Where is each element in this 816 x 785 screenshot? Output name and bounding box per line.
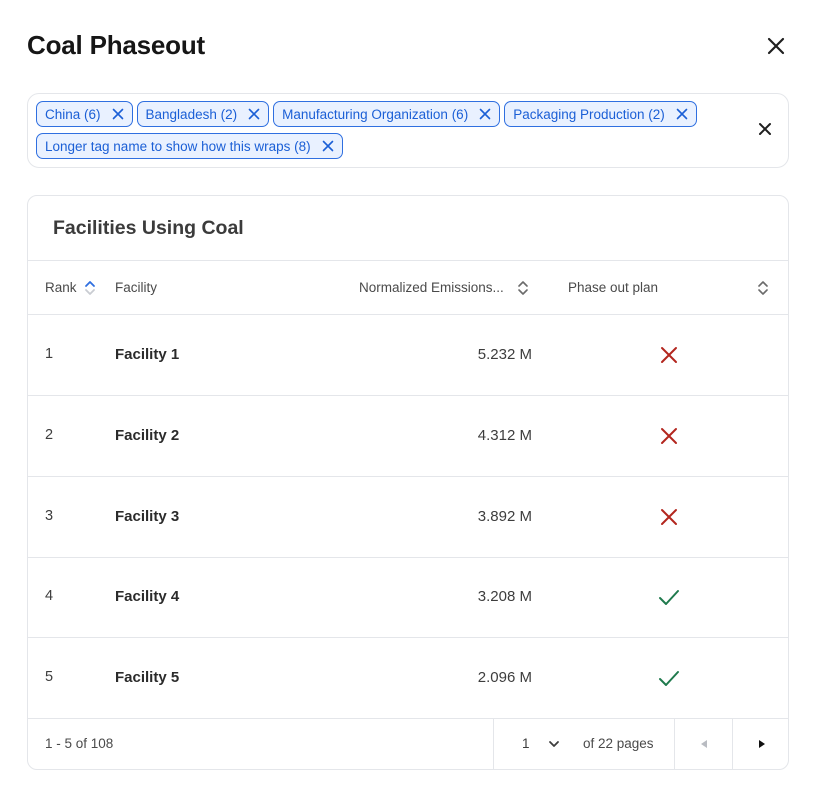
filter-tag: Packaging Production (2) [504, 101, 697, 127]
facilities-card: Facilities Using Coal Rank Facility Norm… [27, 195, 789, 770]
filter-tag-label: China (6) [45, 106, 101, 122]
caret-left-icon [701, 740, 707, 748]
rank-cell: 2 [45, 427, 54, 443]
checkmark-icon [659, 671, 679, 686]
previous-page-button[interactable] [675, 718, 732, 769]
filter-tag-label: Bangladesh (2) [145, 106, 238, 122]
table-row: 3 Facility 3 3.892 M [28, 477, 788, 558]
sort-icon[interactable] [516, 278, 530, 298]
x-mark-icon [661, 347, 677, 363]
facility-name-cell: Facility 5 [115, 669, 180, 686]
rank-cell: 4 [45, 588, 54, 604]
filter-tag: Manufacturing Organization (6) [273, 101, 501, 127]
column-header-plan[interactable]: Phase out plan [568, 280, 658, 295]
emissions-cell: 4.312 M [477, 427, 532, 444]
total-pages: of 22 pages [583, 736, 654, 751]
table-row: 5 Facility 5 2.096 M [28, 638, 788, 719]
emissions-cell: 2.096 M [477, 669, 532, 686]
column-header-facility: Facility [115, 280, 158, 295]
table-header: Rank Facility Normalized Emissions... Ph… [28, 260, 788, 315]
table-row: 2 Facility 2 4.312 M [28, 396, 788, 477]
close-icon [767, 37, 785, 55]
current-page: 1 [522, 736, 530, 751]
rank-cell: 3 [45, 508, 54, 524]
pagination-footer: 1 - 5 of 108 1 of 22 pages [28, 718, 788, 769]
x-mark-icon [661, 428, 677, 444]
close-modal-button[interactable] [763, 33, 789, 59]
x-mark-icon [661, 509, 677, 525]
table-row: 4 Facility 4 3.208 M [28, 557, 788, 638]
rank-cell: 1 [45, 346, 54, 362]
page-select[interactable]: 1 [494, 718, 574, 769]
column-header-rank[interactable]: Rank [45, 280, 77, 295]
filter-tags: China (6) Bangladesh (2) Manufacturing O… [36, 101, 746, 159]
caret-right-icon [759, 740, 765, 748]
checkmark-icon [659, 590, 679, 605]
emissions-cell: 5.232 M [477, 346, 532, 363]
remove-tag-icon[interactable] [675, 107, 689, 121]
facility-name-cell: Facility 1 [115, 346, 180, 363]
sort-icon[interactable] [756, 278, 770, 298]
remove-tag-icon[interactable] [111, 107, 125, 121]
filter-tag: Longer tag name to show how this wraps (… [36, 133, 343, 159]
emissions-cell: 3.208 M [477, 588, 532, 605]
remove-tag-icon[interactable] [478, 107, 492, 121]
filter-tag: China (6) [36, 101, 133, 127]
facility-name-cell: Facility 2 [115, 427, 180, 444]
next-page-button[interactable] [733, 718, 788, 769]
remove-tag-icon[interactable] [247, 107, 261, 121]
clear-all-tags-icon[interactable] [757, 121, 773, 137]
pagination-range: 1 - 5 of 108 [45, 736, 114, 751]
sort-ascending-icon[interactable] [83, 278, 97, 298]
emissions-cell: 3.892 M [477, 508, 532, 525]
column-header-emissions[interactable]: Normalized Emissions... [359, 280, 504, 295]
filter-tag-label: Longer tag name to show how this wraps (… [45, 138, 311, 154]
facility-name-cell: Facility 3 [115, 508, 180, 525]
table-row: 1 Facility 1 5.232 M [28, 315, 788, 396]
facility-name-cell: Facility 4 [115, 588, 180, 605]
filter-tag-label: Packaging Production (2) [513, 106, 665, 122]
remove-tag-icon[interactable] [321, 139, 335, 153]
chevron-down-icon [549, 741, 559, 747]
table-title: Facilities Using Coal [53, 217, 244, 239]
modal-title: Coal Phaseout [27, 30, 205, 60]
rank-cell: 5 [45, 669, 54, 685]
filter-tag-bar: China (6) Bangladesh (2) Manufacturing O… [27, 93, 789, 168]
filter-tag: Bangladesh (2) [136, 101, 270, 127]
filter-tag-label: Manufacturing Organization (6) [282, 106, 469, 122]
